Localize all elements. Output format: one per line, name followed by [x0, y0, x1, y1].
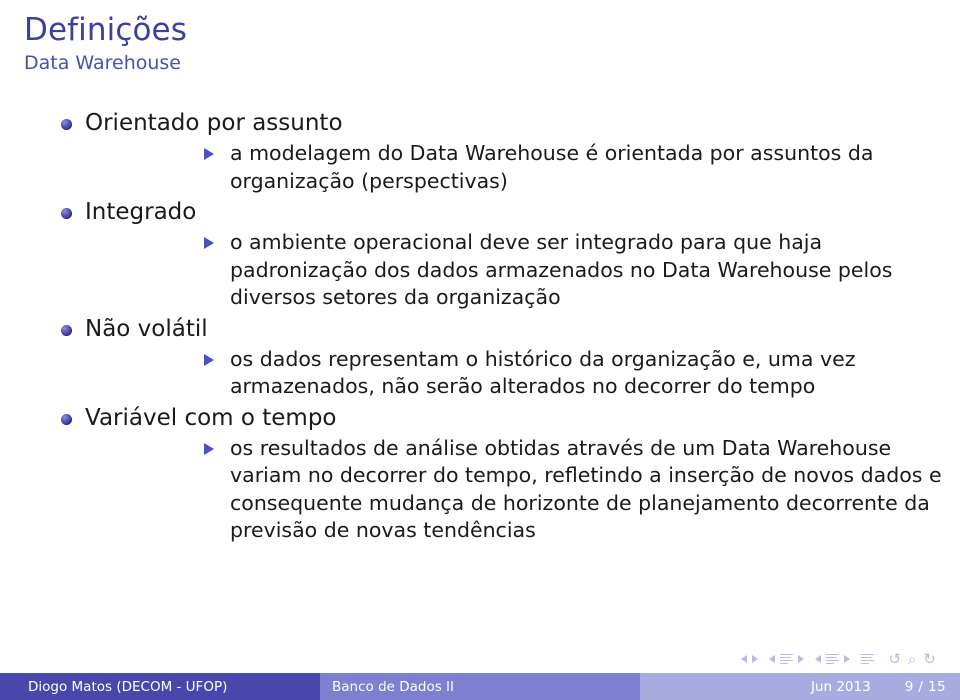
- list-item-label: os dados representam o histórico da orga…: [230, 346, 856, 399]
- frame-icon[interactable]: [780, 653, 794, 665]
- list-item-label: Integrado: [85, 199, 197, 225]
- footer-title: Banco de Dados II: [320, 673, 640, 700]
- section-icon[interactable]: [861, 653, 875, 665]
- list-item: Orientado por assunto a modelagem do Dat…: [0, 108, 960, 195]
- prev-frame-icon[interactable]: [769, 655, 776, 663]
- footer-bar: Diogo Matos (DECOM - UFOP) Banco de Dado…: [0, 673, 960, 700]
- bullet-list-level2: o ambiente operacional deve ser integrad…: [85, 229, 960, 312]
- list-item-label: o ambiente operacional deve ser integrad…: [230, 230, 893, 309]
- document-navigation-group[interactable]: ↺ ⌕ ↻: [887, 651, 937, 667]
- bullet-triangle-icon: [204, 442, 214, 455]
- list-item: a modelagem do Data Warehouse é orientad…: [85, 140, 960, 195]
- subsection-navigation-group[interactable]: [815, 653, 851, 665]
- list-item: o ambiente operacional deve ser integrad…: [85, 229, 960, 312]
- next-slide-icon[interactable]: [752, 655, 759, 663]
- bullet-list-level1: Orientado por assunto a modelagem do Dat…: [0, 108, 960, 545]
- section-navigation-group[interactable]: [861, 653, 875, 665]
- list-item-label: Orientado por assunto: [85, 110, 343, 136]
- footer-page-number: 9 / 15: [904, 678, 946, 695]
- footer-date-and-page: Jun 2013 9 / 15: [640, 673, 960, 700]
- bullet-triangle-icon: [204, 148, 214, 160]
- search-icon[interactable]: ⌕: [908, 651, 916, 667]
- prev-slide-icon[interactable]: [741, 655, 748, 663]
- beamer-navigation-symbols[interactable]: ↺ ⌕ ↻: [741, 649, 948, 669]
- subsection-icon[interactable]: [826, 653, 840, 665]
- list-item: Variável com o tempo os resultados de an…: [0, 403, 960, 545]
- list-item: Não volátil os dados representam o histó…: [0, 314, 960, 401]
- list-item: os dados representam o histórico da orga…: [85, 346, 960, 401]
- list-item: os resultados de análise obtidas através…: [85, 435, 960, 545]
- frame-navigation-group[interactable]: [769, 653, 805, 665]
- back-icon[interactable]: ↺: [888, 651, 901, 667]
- slide-header: Definições Data Warehouse: [0, 0, 960, 75]
- bullet-triangle-icon: [204, 353, 214, 366]
- prev-subsection-icon[interactable]: [815, 655, 822, 663]
- footer-date: Jun 2013: [810, 678, 871, 695]
- bullet-ball-icon: [61, 324, 72, 336]
- slide-content: Orientado por assunto a modelagem do Dat…: [0, 108, 960, 547]
- list-item-label: a modelagem do Data Warehouse é orientad…: [230, 141, 874, 193]
- page-subtitle: Data Warehouse: [24, 52, 182, 74]
- bullet-triangle-icon: [204, 237, 214, 249]
- next-subsection-icon[interactable]: [844, 655, 851, 663]
- bullet-list-level2: a modelagem do Data Warehouse é orientad…: [85, 140, 960, 195]
- bullet-list-level2: os resultados de análise obtidas através…: [85, 435, 960, 545]
- list-item-label: os resultados de análise obtidas através…: [230, 435, 942, 543]
- list-item: Integrado o ambiente operacional deve se…: [0, 197, 960, 312]
- page-title: Definições: [24, 12, 187, 48]
- bullet-ball-icon: [61, 119, 72, 130]
- footer-author: Diogo Matos (DECOM - UFOP): [0, 673, 320, 700]
- bullet-ball-icon: [61, 208, 72, 219]
- bullet-ball-icon: [61, 413, 72, 425]
- slide-navigation-group[interactable]: [741, 655, 759, 663]
- forward-icon[interactable]: ↻: [923, 651, 936, 667]
- bullet-list-level2: os dados representam o histórico da orga…: [85, 346, 960, 401]
- list-item-label: Variável com o tempo: [85, 404, 337, 431]
- list-item-label: Não volátil: [85, 315, 208, 342]
- next-frame-icon[interactable]: [798, 655, 805, 663]
